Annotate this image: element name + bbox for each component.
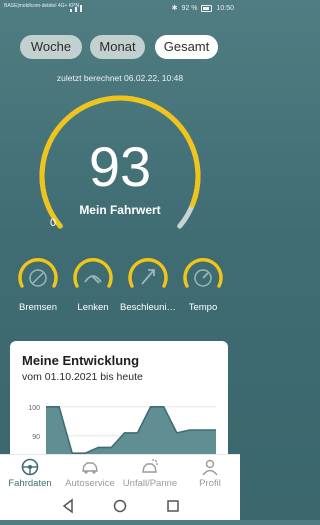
score-label: Mein Fahrwert (79, 203, 161, 217)
nav-fahrdaten[interactable]: Fahrdaten (0, 455, 60, 493)
clock-text: 10:50 (216, 4, 234, 12)
brake-icon (18, 258, 58, 288)
category-lenken[interactable]: Lenken (69, 256, 117, 314)
steering-wheel-icon (21, 458, 39, 476)
car-service-icon (82, 462, 98, 474)
category-label: Tempo (188, 302, 218, 313)
acceleration-icon (128, 258, 168, 288)
system-nav-bar (0, 492, 240, 520)
battery-icon (201, 4, 213, 12)
y-tick-label: 100 (28, 405, 40, 412)
y-tick-label: 90 (32, 434, 40, 441)
category-bremsen[interactable]: Bremsen (14, 256, 62, 314)
card-subtitle: vom 01.10.2021 bis heute (22, 371, 143, 383)
nav-label: Unfall/Panne (122, 478, 178, 489)
category-beschleunigen[interactable]: Beschleunigen (120, 256, 176, 314)
status-bar: BASE|mobilcom-debitel 4G+ KPN ✱ 92 % 10:… (0, 0, 240, 22)
speedometer-icon (183, 258, 223, 288)
bluetooth-icon: ✱ (171, 5, 178, 12)
development-chart: 100 90 (28, 405, 216, 459)
nav-autoservice[interactable]: Autoservice (60, 455, 120, 493)
tab-gesamt[interactable]: Gesamt (155, 35, 218, 59)
tab-monat[interactable]: Monat (90, 35, 145, 59)
category-tempo[interactable]: Tempo (179, 256, 227, 314)
card-title: Meine Entwicklung (22, 353, 140, 368)
home-icon[interactable] (113, 499, 127, 513)
signal-icon (70, 5, 82, 12)
nav-label: Autoservice (65, 478, 115, 489)
category-label: Bremsen (18, 302, 57, 313)
category-label: Beschleunigen (120, 302, 176, 313)
gauge-min-label: 0 (50, 217, 57, 229)
tab-woche[interactable]: Woche (20, 35, 82, 59)
battery-text: 92 % (181, 4, 198, 12)
development-card[interactable]: Meine Entwicklung vom 01.10.2021 bis heu… (10, 341, 228, 459)
nav-profil[interactable]: Profil (180, 455, 240, 493)
recents-icon[interactable] (167, 500, 179, 512)
score-value: 93 (88, 135, 152, 198)
car-crash-icon (142, 459, 158, 473)
last-computed-text: zuletzt berechnet 06.02.22, 10:48 (56, 73, 184, 83)
category-label: Lenken (77, 302, 109, 313)
nav-unfall-panne[interactable]: Unfall/Panne (120, 455, 180, 493)
person-icon (202, 459, 218, 476)
back-icon[interactable] (62, 498, 73, 514)
nav-label: Profil (199, 478, 221, 489)
steering-wheel-icon (73, 258, 113, 288)
bottom-nav: Fahrdaten Autoservice Unfall/Panne Profi… (0, 454, 240, 493)
nav-label: Fahrdaten (8, 478, 52, 489)
